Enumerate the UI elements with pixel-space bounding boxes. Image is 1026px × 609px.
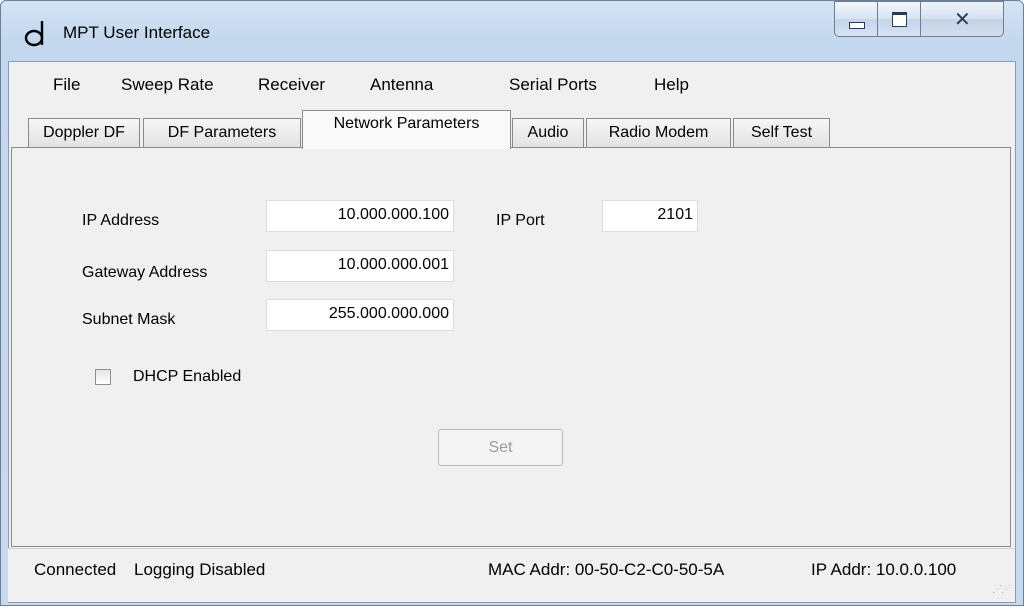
logging-status: Logging Disabled [134, 560, 266, 579]
subnet-mask-label: Subnet Mask [82, 311, 176, 328]
tab-network-parameters[interactable]: Network Parameters [302, 110, 511, 149]
dhcp-enabled-checkbox[interactable] [95, 369, 111, 385]
dhcp-enabled-label: DHCP Enabled [133, 368, 242, 385]
app-window: MPT User Interface ✕ File Sweep Rate Rec… [0, 0, 1024, 606]
resize-grip-icon[interactable]: ⋰⋰ [992, 584, 1011, 595]
title-bar[interactable]: MPT User Interface ✕ [1, 1, 1023, 61]
mac-address: MAC Addr: 00-50-C2-C0-50-5A [488, 560, 725, 579]
app-logo-icon [24, 21, 44, 47]
tab-strip: Doppler DF DF Parameters Network Paramet… [9, 106, 1015, 149]
close-icon: ✕ [954, 7, 971, 31]
window-title: MPT User Interface [63, 23, 211, 42]
ip-address-status: IP Addr: 10.0.0.100 [811, 560, 957, 579]
network-parameters-panel [11, 147, 1011, 547]
close-button[interactable]: ✕ [920, 1, 1004, 37]
gateway-address-label: Gateway Address [82, 264, 208, 281]
minimize-button[interactable] [834, 1, 878, 37]
menu-bar: File Sweep Rate Receiver Antenna Serial … [9, 62, 1015, 106]
subnet-mask-input[interactable]: 255.000.000.000 [266, 299, 454, 331]
tab-audio[interactable]: Audio [512, 118, 584, 149]
menu-receiver[interactable]: Receiver [258, 75, 325, 95]
client-area: File Sweep Rate Receiver Antenna Serial … [8, 61, 1016, 603]
ip-port-input[interactable]: 2101 [602, 200, 698, 232]
ip-address-input[interactable]: 10.000.000.100 [266, 200, 454, 232]
minimize-icon [849, 22, 865, 29]
ip-port-label: IP Port [496, 212, 545, 229]
menu-help[interactable]: Help [654, 75, 689, 95]
menu-antenna[interactable]: Antenna [370, 75, 433, 95]
maximize-icon [892, 12, 907, 27]
tab-radio-modem[interactable]: Radio Modem [586, 118, 731, 149]
gateway-address-input[interactable]: 10.000.000.001 [266, 250, 454, 282]
menu-file[interactable]: File [53, 75, 80, 95]
menu-sweep-rate[interactable]: Sweep Rate [121, 75, 214, 95]
tab-df-parameters[interactable]: DF Parameters [143, 118, 301, 149]
menu-serial-ports[interactable]: Serial Ports [509, 75, 597, 95]
tab-self-test[interactable]: Self Test [733, 118, 830, 149]
tab-doppler-df[interactable]: Doppler DF [28, 118, 140, 149]
connection-status: Connected [34, 560, 117, 579]
maximize-button[interactable] [877, 1, 921, 37]
ip-address-label: IP Address [82, 212, 160, 229]
status-bar: Connected Logging Disabled MAC Addr: 00-… [8, 548, 1014, 602]
set-button[interactable]: Set [438, 429, 563, 466]
